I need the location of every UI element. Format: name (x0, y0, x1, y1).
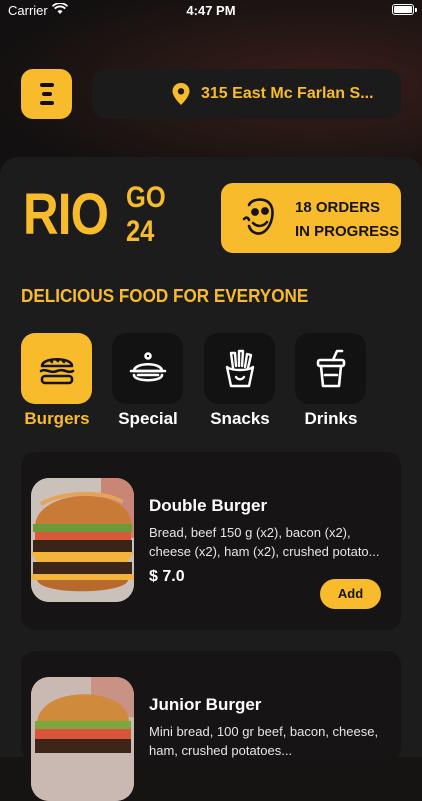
product-card-double-burger[interactable]: Double Burger Bread, beef 150 g (x2), ba… (21, 452, 401, 630)
category-tile (204, 333, 275, 404)
category-label: Snacks (210, 409, 270, 428)
product-price: $ 7.0 (149, 568, 185, 585)
brand-name: RIO (23, 182, 109, 247)
product-name: Double Burger (149, 496, 268, 515)
category-tile (112, 333, 183, 404)
product-photo (31, 478, 134, 602)
orders-status-text: IN PROGRESS (295, 223, 400, 240)
brand-suffix-top: GO (126, 181, 166, 214)
address-selector[interactable]: 315 East Mc Farlan S... (92, 69, 401, 119)
menu-icon (40, 83, 54, 87)
category-label: Burgers (24, 409, 90, 428)
category-drinks[interactable]: Drinks (295, 333, 367, 428)
status-time: 4:47 PM (186, 3, 236, 18)
tagline: DELICIOUS FOOD FOR EVERYONE (21, 286, 309, 306)
add-button[interactable]: Add (320, 579, 381, 609)
burger-icon (39, 357, 75, 385)
category-tile (21, 333, 92, 404)
category-snacks[interactable]: Snacks (204, 333, 276, 428)
status-bar: Carrier 4:47 PM (0, 0, 422, 22)
product-name: Junior Burger (149, 695, 262, 714)
cup-icon (316, 349, 346, 388)
location-pin-icon (172, 83, 190, 105)
cloche-icon (129, 352, 167, 382)
category-burgers[interactable]: Burgers (21, 333, 93, 428)
category-label: Special (118, 409, 178, 428)
address-text: 315 East Mc Farlan S... (201, 85, 374, 102)
brand-suffix-bottom: 24 (126, 215, 155, 248)
orders-count-text: 18 ORDERS (295, 199, 381, 216)
category-special[interactable]: Special (112, 333, 184, 428)
product-description: Bread, beef 150 g (x2), bacon (x2), chee… (149, 525, 380, 559)
category-label: Drinks (304, 409, 358, 428)
product-description: Mini bread, 100 gr beef, bacon, cheese, … (149, 724, 379, 758)
product-photo (31, 677, 134, 801)
menu-button[interactable] (21, 69, 72, 119)
smiley-face-icon (242, 198, 274, 235)
product-card-junior-burger[interactable]: Junior Burger Mini bread, 100 gr beef, b… (21, 651, 401, 801)
orders-in-progress-card[interactable]: 18 ORDERS IN PROGRESS (221, 183, 401, 253)
category-tile (295, 333, 366, 404)
battery-icon (392, 4, 417, 15)
fries-icon (225, 349, 255, 388)
